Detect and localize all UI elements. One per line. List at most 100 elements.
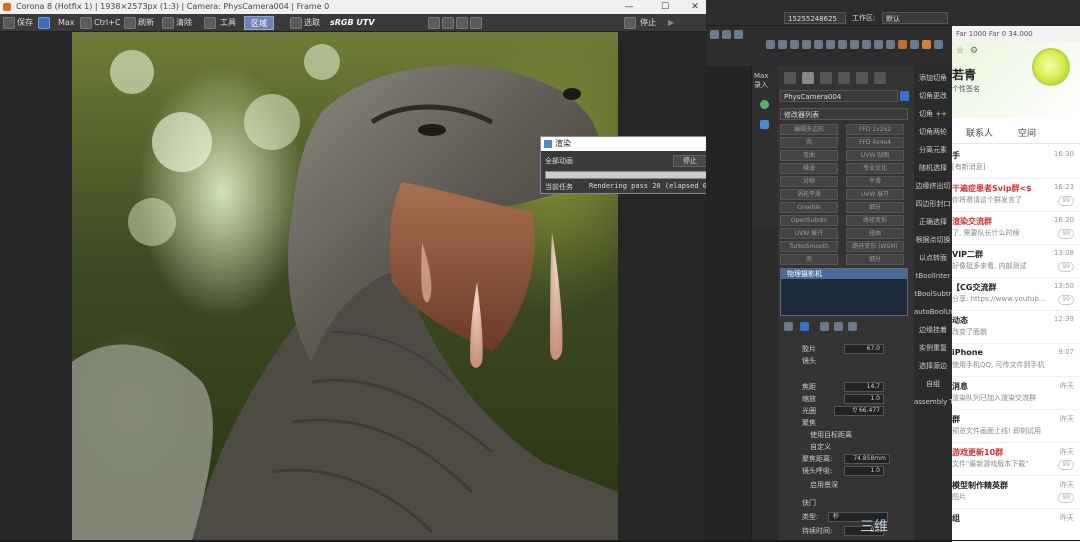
script-button[interactable]: 选择源边 [914, 358, 952, 374]
conversation-item[interactable]: 渲染交流群 了, 需要队长什么时候 16:20 99 [952, 212, 1080, 245]
modifier-button[interactable]: 平滑 [846, 176, 904, 187]
modifier-button[interactable]: 对称 [780, 176, 838, 187]
maximize-icon[interactable]: ☐ [654, 0, 676, 14]
configure-sets-icon[interactable] [848, 322, 857, 331]
tools-icon[interactable] [204, 17, 216, 29]
utilities-tab-icon[interactable] [874, 72, 886, 84]
stack-item-physical-camera[interactable]: 物理摄影机 [781, 269, 907, 279]
modifier-button[interactable]: 细分 [846, 254, 904, 265]
show-end-icon[interactable] [800, 322, 809, 331]
tab-contacts[interactable]: 联系人 [966, 126, 993, 139]
clear-icon[interactable] [162, 17, 174, 29]
make-unique-icon[interactable] [820, 322, 829, 331]
script-button[interactable]: 以点转面 [914, 250, 952, 266]
conversation-item[interactable]: VIP二群 好像挺多来看, 内部测试 13:08 99 [952, 245, 1080, 278]
script-button[interactable]: 切角更改 [914, 88, 952, 104]
tools-button[interactable]: 工具 [220, 16, 236, 30]
rotate-icon[interactable] [790, 40, 799, 49]
link-icon[interactable] [734, 30, 743, 39]
aperture-spinner[interactable]: f/ 66.477 [834, 406, 884, 416]
stop-button[interactable]: 停止 [640, 16, 656, 30]
display-tab-icon[interactable] [856, 72, 868, 84]
close-icon[interactable]: ✕ [684, 0, 706, 14]
modifier-list-dropdown[interactable]: 修改器列表 [780, 108, 908, 120]
script-button[interactable]: 正确选择 [914, 214, 952, 230]
modifier-button[interactable]: 噪波 [780, 163, 838, 174]
script-button[interactable]: 四边形封口 [914, 196, 952, 212]
conversation-item[interactable]: 游戏更新10群 文件"最新游戏版本下载" 昨天 99 [952, 443, 1080, 476]
script-button[interactable]: tBoolSubtr [914, 286, 952, 302]
conversation-item[interactable]: 手 [有新消息] 16:30 [952, 146, 1080, 179]
script-button[interactable]: 自组 [914, 376, 952, 392]
green-circle-icon[interactable] [760, 100, 769, 109]
pick-icon[interactable] [290, 17, 302, 29]
redo-icon[interactable] [722, 30, 731, 39]
settings-icon[interactable]: ⚙ [970, 46, 978, 56]
script-button[interactable]: assembly Too [914, 394, 952, 410]
custom-radio[interactable]: 自定义 [810, 442, 831, 452]
move-icon[interactable] [778, 40, 787, 49]
modifier-button[interactable]: 壳 [780, 137, 838, 148]
render-teapot-icon[interactable] [922, 40, 931, 49]
conversation-item[interactable]: 动态 改变了面貌 12:39 [952, 311, 1080, 344]
modify-tab-icon[interactable] [802, 72, 814, 84]
modifier-button[interactable]: UVW 展开 [780, 228, 838, 239]
remove-modifier-icon[interactable] [834, 322, 843, 331]
material-icon[interactable] [886, 40, 895, 49]
snap-icon[interactable] [814, 40, 823, 49]
conversation-item[interactable]: 【CG交流群 分享: https://www.youtub... 13:50 99 [952, 278, 1080, 311]
modifier-button[interactable]: 编辑多边形 [780, 124, 838, 135]
clear-button[interactable]: 清除 [176, 16, 192, 30]
save-button[interactable]: 保存 [17, 16, 33, 30]
script-button[interactable]: 切角 ++ [914, 106, 952, 122]
script-button[interactable]: tBoolInter [914, 268, 952, 284]
modifier-button[interactable]: 弯曲 [780, 150, 838, 161]
select-icon[interactable] [766, 40, 775, 49]
modifier-button[interactable]: 涡轮平滑 [780, 189, 838, 200]
copy-icon[interactable] [80, 17, 92, 29]
scale-icon[interactable] [802, 40, 811, 49]
shield-icon[interactable] [760, 120, 769, 129]
focus-distance-spinner[interactable]: 74.858mm [844, 454, 890, 464]
copy-button[interactable]: Ctrl+C [94, 16, 121, 30]
conversation-item[interactable]: 群预览文件画面上线! 即刻试用 昨天 [952, 410, 1080, 443]
create-tab-icon[interactable] [784, 72, 796, 84]
zoom-in-icon[interactable] [442, 17, 454, 29]
conversation-item[interactable]: iPhone 使用手机QQ, 可传文件到手机 9:07 [952, 344, 1080, 377]
region-button[interactable]: 区域 [244, 16, 274, 30]
conversation-item[interactable]: 干遍症患者Svip群<$ 你将邀请这个群发言了 16:23 99 [952, 179, 1080, 212]
hierarchy-tab-icon[interactable] [820, 72, 832, 84]
minimize-icon[interactable]: — [618, 0, 640, 14]
modifier-stack[interactable]: 物理摄影机 [780, 268, 908, 316]
user-account[interactable]: 15255248625 [784, 12, 846, 24]
object-name-field[interactable]: PhysCamera004 [780, 90, 898, 102]
layer-icon[interactable] [850, 40, 859, 49]
align-icon[interactable] [838, 40, 847, 49]
conversation-item[interactable]: 消息 渲染队列已加入渲染交流群 昨天 [952, 377, 1080, 410]
modifier-button[interactable]: Greeble [780, 202, 838, 213]
stop-icon[interactable] [624, 17, 636, 29]
render-frame-icon[interactable] [910, 40, 919, 49]
dialog-stop-button[interactable]: 停止 [673, 155, 707, 167]
zoom-spinner[interactable]: 1.0 [844, 394, 884, 404]
modifier-button[interactable]: 壳 [780, 254, 838, 265]
motion-tab-icon[interactable] [838, 72, 850, 84]
modifier-button[interactable]: FFD 4x4x4 [846, 137, 904, 148]
pick-button[interactable]: 选取 [304, 16, 320, 30]
refresh-button[interactable]: 刷新 [138, 16, 154, 30]
max-icon[interactable] [38, 17, 50, 29]
render-icon[interactable] [934, 40, 943, 49]
modifier-button[interactable]: FFD 2x2x2 [846, 124, 904, 135]
script-button[interactable]: 随机选择 [914, 160, 952, 176]
script-button[interactable]: 根据点切换 [914, 232, 952, 248]
modifier-button[interactable]: TurboSmooth [780, 241, 838, 252]
modifier-button[interactable]: 专业优化 [846, 163, 904, 174]
modifier-button[interactable]: UVW 展开 [846, 189, 904, 200]
script-button[interactable]: 切角两轮 [914, 124, 952, 140]
zoom-fit-icon[interactable] [470, 17, 482, 29]
conversation-item[interactable]: 模型制作精英群 图片 昨天 99 [952, 476, 1080, 509]
modifier-button[interactable]: 路径变形 (WSM) [846, 241, 904, 252]
tab-space[interactable]: 空间 [1018, 126, 1036, 139]
play-icon[interactable]: ▶ [668, 16, 674, 30]
mirror-icon[interactable] [826, 40, 835, 49]
